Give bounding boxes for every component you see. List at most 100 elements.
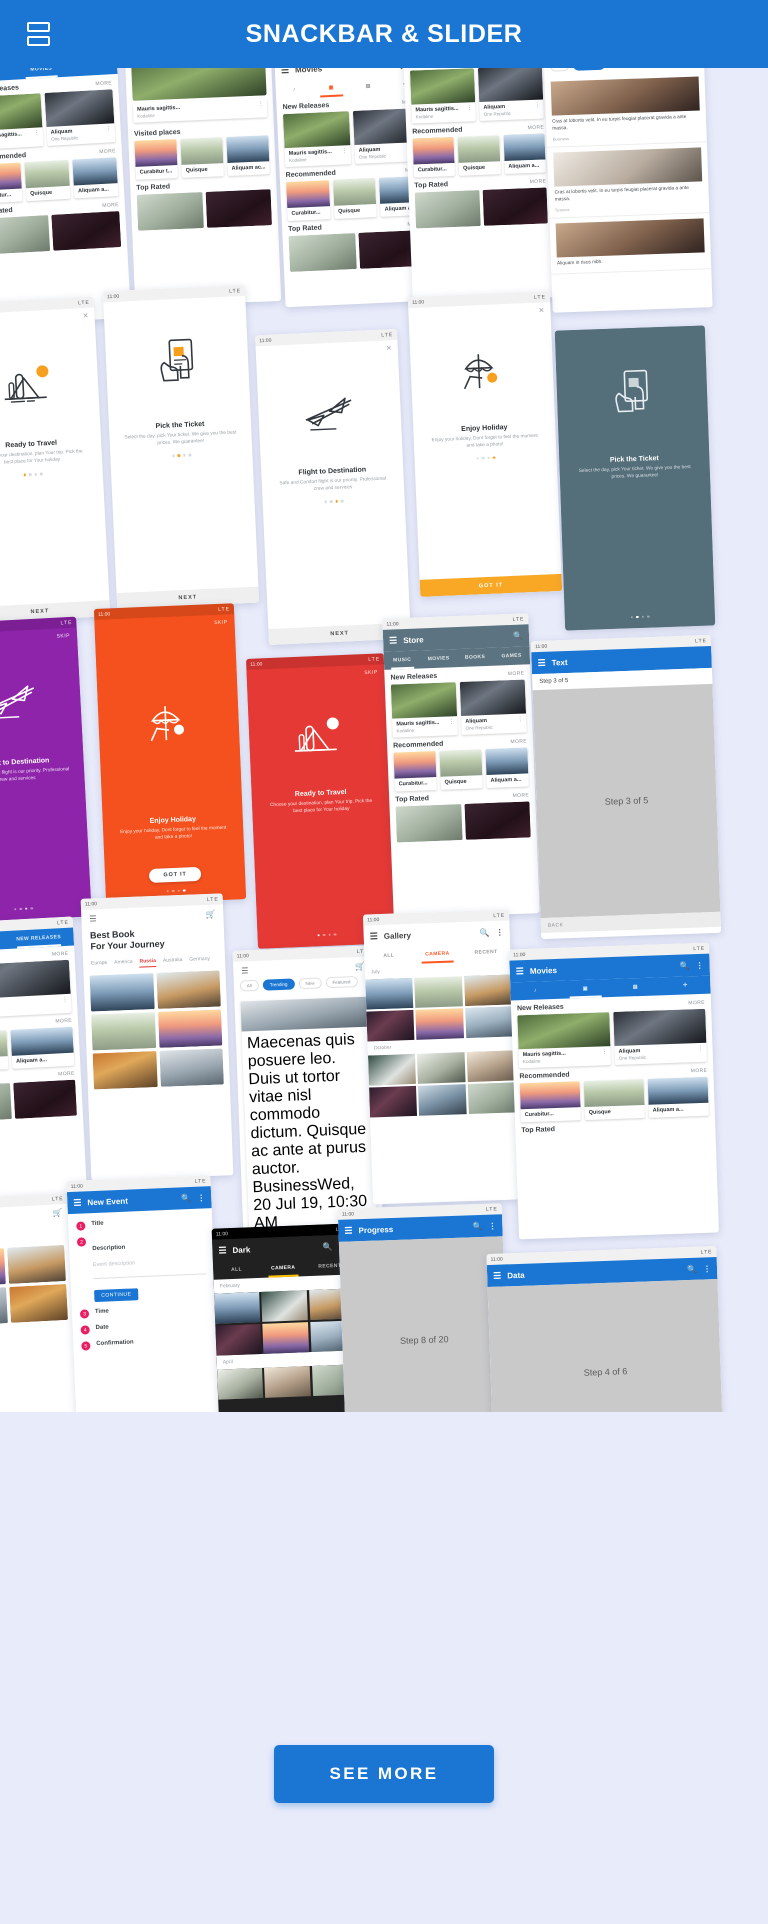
photo-tile[interactable] (0, 1248, 6, 1288)
media-card[interactable]: Aliquam a... (72, 157, 119, 199)
tab-russia[interactable]: Russia (139, 957, 157, 968)
more-vert-icon[interactable]: ⋮ (534, 103, 540, 109)
mockup-onboarding-ready[interactable]: 11:00 LTE ✕ Ready to Travel Choose your … (0, 296, 111, 624)
media-card[interactable]: AliquamOne Republic⋮ (477, 65, 544, 121)
hamburger-icon[interactable]: ☰ (537, 657, 545, 668)
media-card[interactable]: Aliquam a... (10, 1026, 75, 1069)
mockup-store-music[interactable]: MUSIC MOVIES BOOKS New Releases MORE Mau… (0, 62, 132, 327)
tab-music-icon[interactable]: ♪ (275, 80, 313, 100)
mockup-progress[interactable]: 11:00 LTE ☰ Progress 🔍 ⋮ Step 8 of 20 BA… (337, 1203, 511, 1412)
tab-new-releases[interactable]: NEW RELEASES (3, 928, 74, 950)
page-dots[interactable] (476, 449, 496, 470)
photo-tile[interactable] (463, 801, 531, 840)
stepper-row[interactable]: 2 Description Event description CONTINUE (76, 1232, 208, 1303)
media-card[interactable]: Quisque (24, 159, 71, 202)
see-more-button[interactable]: SEE MORE (273, 1745, 495, 1803)
media-card[interactable]: AliquamOne Republic⋮ (613, 1008, 708, 1065)
mockup-gallery[interactable]: 11:00 LTE ☰ Gallery 🔍 ⋮ ALL CAMERA RECEN… (362, 909, 520, 1205)
more-vert-icon[interactable]: ⋮ (496, 927, 504, 936)
page-dots[interactable] (171, 446, 191, 467)
more-link[interactable]: MORE (510, 738, 527, 745)
photo-tile[interactable] (89, 972, 155, 1012)
back-button[interactable]: BACK (548, 922, 564, 929)
more-vert-icon[interactable]: ⋮ (448, 719, 454, 725)
event-description-input[interactable]: Event description (93, 1257, 206, 1268)
mockup-dark-gallery[interactable]: 11:00 LTE ☰ Dark 🔍 ⋮ ALL CAMERA RECENT F… (211, 1223, 361, 1412)
more-link[interactable]: MORE (55, 1018, 72, 1025)
media-card[interactable]: Mauris sagittis... Kodaline ⋮ (0, 93, 44, 150)
list-item[interactable]: Maecenas quis posuere leo. Duis ut torto… (240, 996, 378, 1239)
chip-featured[interactable]: Featured (325, 976, 358, 989)
photo-tile[interactable] (414, 190, 481, 229)
close-icon[interactable]: ✕ (532, 302, 550, 315)
search-icon[interactable]: 🔍 (181, 1193, 191, 1202)
page-dots[interactable] (23, 465, 43, 486)
media-card[interactable]: Quisque (0, 1030, 9, 1073)
photo-tile[interactable] (369, 1085, 418, 1118)
more-link[interactable]: MORE (691, 1067, 708, 1074)
more-link[interactable]: MORE (95, 80, 112, 87)
media-card[interactable]: Mauris sagittis... Kodaline ⋮ (132, 98, 268, 123)
mockup-text-step[interactable]: 11:00 LTE ☰ Text Step 3 of 5 Step 3 of 5… (530, 634, 722, 940)
more-vert-icon[interactable]: ⋮ (703, 1264, 711, 1273)
mockup-new-releases[interactable]: New Releases MORE Mauris sagittis...Koda… (403, 62, 557, 303)
mockup-onboarding-purple[interactable]: 11:00 LTE SKIP Flight to Destination Saf… (0, 616, 92, 924)
more-link[interactable]: MORE (512, 792, 529, 799)
books-tabs[interactable]: Europe America (0, 1224, 70, 1246)
chip-row[interactable]: All Trending New Featured (233, 970, 374, 996)
skip-button[interactable]: SKIP (357, 664, 385, 677)
hamburger-icon[interactable]: ☰ (493, 1270, 501, 1281)
photo-tile[interactable] (159, 1047, 224, 1087)
photo-tile[interactable] (0, 1083, 12, 1123)
photo-tile[interactable] (50, 211, 122, 251)
tab-america[interactable]: America (114, 958, 133, 968)
photo-tile[interactable] (0, 1287, 8, 1327)
photo-tile[interactable] (217, 1367, 264, 1400)
more-link[interactable]: MORE (99, 148, 116, 155)
media-card[interactable]: Quisque (332, 178, 378, 219)
search-icon[interactable]: 🔍 (680, 961, 690, 970)
photo-tile[interactable] (261, 1290, 308, 1322)
photo-tile[interactable] (0, 215, 50, 255)
more-vert-icon[interactable]: ⋮ (197, 1193, 205, 1202)
page-dots[interactable] (324, 492, 344, 513)
photo-tile[interactable] (205, 189, 273, 228)
photo-tile[interactable] (418, 1084, 467, 1116)
more-vert-icon[interactable]: ⋮ (105, 126, 111, 132)
more-link[interactable]: MORE (508, 670, 525, 677)
photo-tile[interactable] (365, 977, 414, 1010)
stepper-row[interactable]: 5 Confirmation (81, 1336, 209, 1351)
mockup-movies-right[interactable]: 11:00 LTE ☰ Movies 🔍 ⋮ ♪ ▣ ▤ ✛ New Relea… (509, 942, 719, 1240)
search-icon[interactable]: 🔍 (322, 1242, 332, 1251)
tab-all[interactable]: ALL (213, 1260, 260, 1280)
photo-tile[interactable] (415, 1008, 465, 1040)
page-dots[interactable] (13, 899, 33, 920)
tab-games[interactable]: GAMES (493, 646, 530, 665)
more-link[interactable]: MORE (688, 999, 705, 1006)
mockup-trending-feed[interactable]: 11:00 LTE All Trending Cras at lobortis … (543, 62, 713, 313)
photo-tile[interactable] (6, 1245, 66, 1284)
list-item[interactable]: Cras at lobortis velit. In eu turpis feu… (544, 71, 707, 148)
tab-books-icon[interactable]: ▤ (349, 76, 387, 96)
media-card[interactable]: Curabitur... (412, 136, 456, 178)
more-vert-icon[interactable]: ⋮ (488, 1221, 496, 1230)
mockup-onboarding-ticket-slate[interactable]: Pick the Ticket Select the day, pick You… (554, 325, 716, 631)
photo-tile[interactable] (215, 1323, 262, 1356)
media-card[interactable]: Quisque (583, 1078, 645, 1121)
photo-tile[interactable] (463, 974, 513, 1007)
more-vert-icon[interactable]: ⋮ (517, 717, 523, 723)
photo-tile[interactable] (366, 1009, 415, 1042)
stepper-row[interactable]: 1 Title (76, 1216, 204, 1231)
photo-tile[interactable] (288, 233, 357, 272)
chip-trending[interactable]: Trending (262, 978, 295, 991)
photo-tile[interactable] (414, 976, 463, 1008)
more-link[interactable]: MORE (102, 202, 119, 209)
more-vert-icon[interactable]: ⋮ (466, 105, 472, 111)
hamburger-icon[interactable]: ☰ (370, 931, 378, 942)
hamburger-icon[interactable]: ☰ (389, 635, 397, 646)
photo-tile[interactable] (464, 1006, 514, 1039)
more-vert-icon[interactable]: ⋮ (342, 148, 348, 154)
media-card[interactable]: Aliquam ac... (226, 135, 270, 176)
menu-list-icon[interactable] (14, 10, 62, 58)
mockup-onboarding-orange[interactable]: 11:00 LTE SKIP Enjoy Holiday Enjoy your … (93, 603, 247, 905)
